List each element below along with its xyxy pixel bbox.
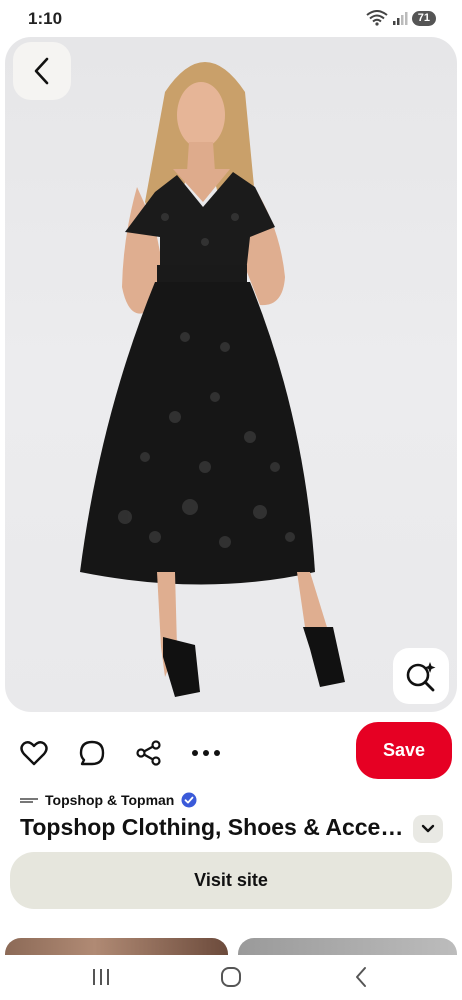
back-icon <box>356 967 366 987</box>
share-icon <box>136 740 161 766</box>
more-icon <box>192 750 220 756</box>
signal-icon <box>392 11 408 25</box>
recents-icon <box>93 969 109 985</box>
pin-title: Topshop Clothing, Shoes & Accessories <box>20 814 405 840</box>
system-nav-bar <box>0 955 462 1000</box>
source-name[interactable]: Topshop & Topman <box>45 792 174 808</box>
like-button[interactable] <box>19 738 49 768</box>
left-shoe <box>163 637 200 697</box>
heart-icon <box>20 741 48 766</box>
visit-site-button[interactable]: Visit site <box>10 852 452 909</box>
recents-button[interactable] <box>86 962 116 992</box>
source-row[interactable]: Topshop & Topman <box>20 790 197 810</box>
wifi-icon <box>366 10 388 26</box>
share-button[interactable] <box>134 738 164 768</box>
expand-title-button[interactable] <box>413 815 443 843</box>
source-logo <box>20 795 38 805</box>
visual-search-icon <box>406 662 436 692</box>
home-icon <box>221 967 241 987</box>
status-icons: 71 <box>366 10 436 26</box>
dress-skirt <box>80 282 315 585</box>
neck-shape <box>187 142 215 172</box>
face-shape <box>177 82 225 148</box>
status-time: 1:10 <box>28 9 63 28</box>
status-bar: 1:10 71 <box>0 0 462 36</box>
back-button[interactable] <box>13 42 71 100</box>
chevron-left-icon <box>34 57 49 85</box>
comment-icon <box>79 740 105 766</box>
verified-icon <box>181 792 197 808</box>
chevron-down-icon <box>421 824 435 833</box>
comment-button[interactable] <box>77 738 107 768</box>
visual-search-button[interactable] <box>393 648 449 704</box>
right-shoe <box>303 627 345 687</box>
pin-image[interactable] <box>5 37 457 712</box>
home-button[interactable] <box>216 962 246 992</box>
battery-indicator: 71 <box>411 10 436 26</box>
product-photo <box>80 62 345 697</box>
nav-back-button[interactable] <box>346 962 376 992</box>
more-button[interactable] <box>191 738 221 768</box>
save-button[interactable]: Save <box>356 722 452 779</box>
